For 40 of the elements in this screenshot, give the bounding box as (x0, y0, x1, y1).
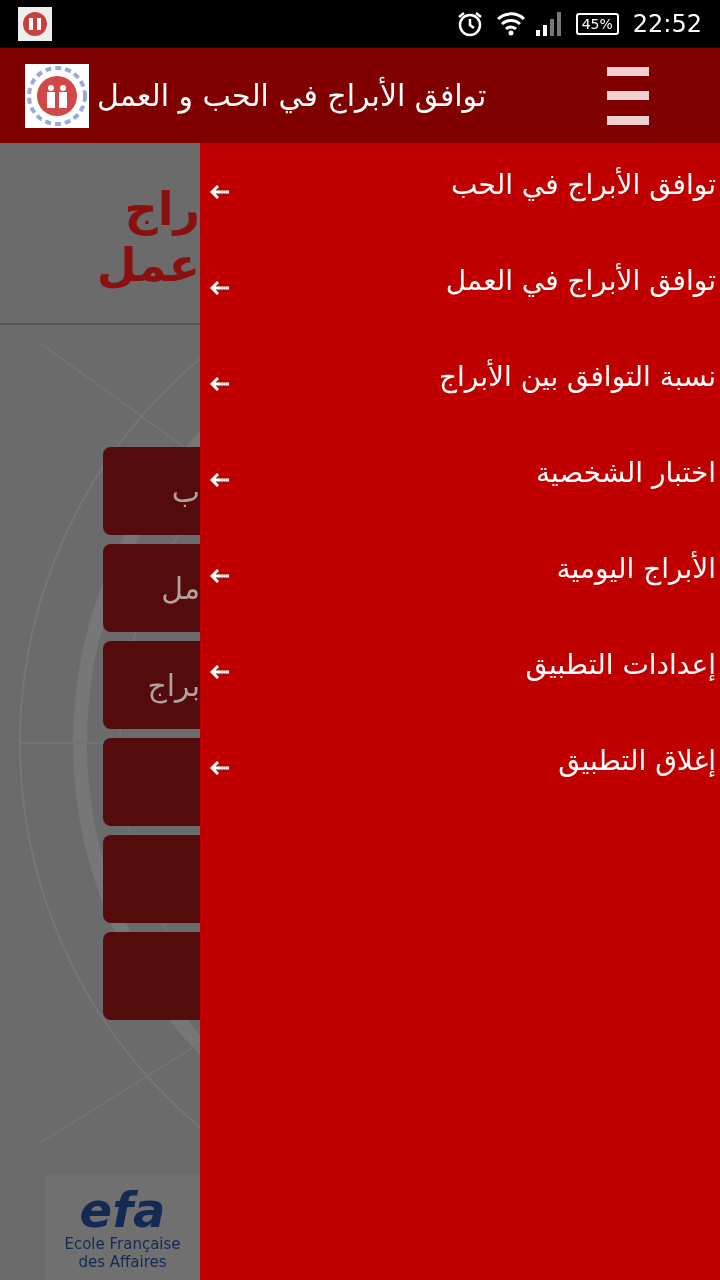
drawer-menu-item[interactable]: توافق الأبراج في العمل (200, 261, 720, 357)
menu-item-label: نسبة التوافق بين الأبراج (438, 358, 716, 396)
menu-tile-button[interactable]: براج (103, 641, 200, 729)
arrow-left-icon (210, 185, 230, 199)
menu-item-label: توافق الأبراج في العمل (445, 262, 716, 300)
clock-time: 22:52 (632, 9, 702, 40)
menu-tile-button[interactable] (103, 835, 200, 923)
menu-item-label: الأبراج اليومية (556, 550, 716, 588)
app-notification-icon (18, 7, 52, 41)
drawer-menu-item[interactable]: الأبراج اليومية (200, 549, 720, 645)
heading-text: راج (124, 181, 200, 237)
drawer-menu-item[interactable]: نسبة التوافق بين الأبراج (200, 357, 720, 453)
menu-item-label: إغلاق التطبيق (558, 743, 716, 779)
app-title: توافق الأبراج في الحب و العمل (97, 75, 487, 116)
ad-logo: efa (79, 1184, 166, 1235)
menu-item-label: توافق الأبراج في الحب (451, 166, 716, 204)
menu-button[interactable] (607, 64, 649, 127)
wifi-icon (495, 10, 526, 38)
menu-tile-button[interactable]: مل (103, 544, 200, 632)
arrow-left-icon (210, 281, 230, 295)
ad-caption: Ecole Française (64, 1234, 181, 1253)
battery-indicator: 45% (575, 13, 619, 35)
arrow-left-icon (210, 569, 230, 583)
app-logo (25, 63, 89, 128)
ad-caption: des Affaires (78, 1252, 167, 1271)
arrow-left-icon (210, 473, 230, 487)
drawer-menu-item[interactable]: توافق الأبراج في الحب (200, 165, 720, 261)
signal-icon (535, 12, 562, 36)
arrow-left-icon (210, 761, 230, 775)
drawer-menu-item[interactable]: إغلاق التطبيق (200, 741, 720, 837)
menu-tile-button[interactable] (103, 738, 200, 826)
menu-item-label: إعدادات التطبيق (525, 647, 716, 683)
arrow-left-icon (210, 665, 230, 679)
arrow-left-icon (210, 377, 230, 391)
menu-tile-button[interactable]: ب (103, 447, 200, 535)
drawer-menu-item[interactable]: اختبار الشخصية (200, 453, 720, 549)
menu-tile-button[interactable] (103, 932, 200, 1020)
heading-text: عمل (96, 237, 200, 293)
drawer-menu-item[interactable]: إعدادات التطبيق (200, 645, 720, 741)
menu-item-label: اختبار الشخصية (535, 455, 716, 491)
